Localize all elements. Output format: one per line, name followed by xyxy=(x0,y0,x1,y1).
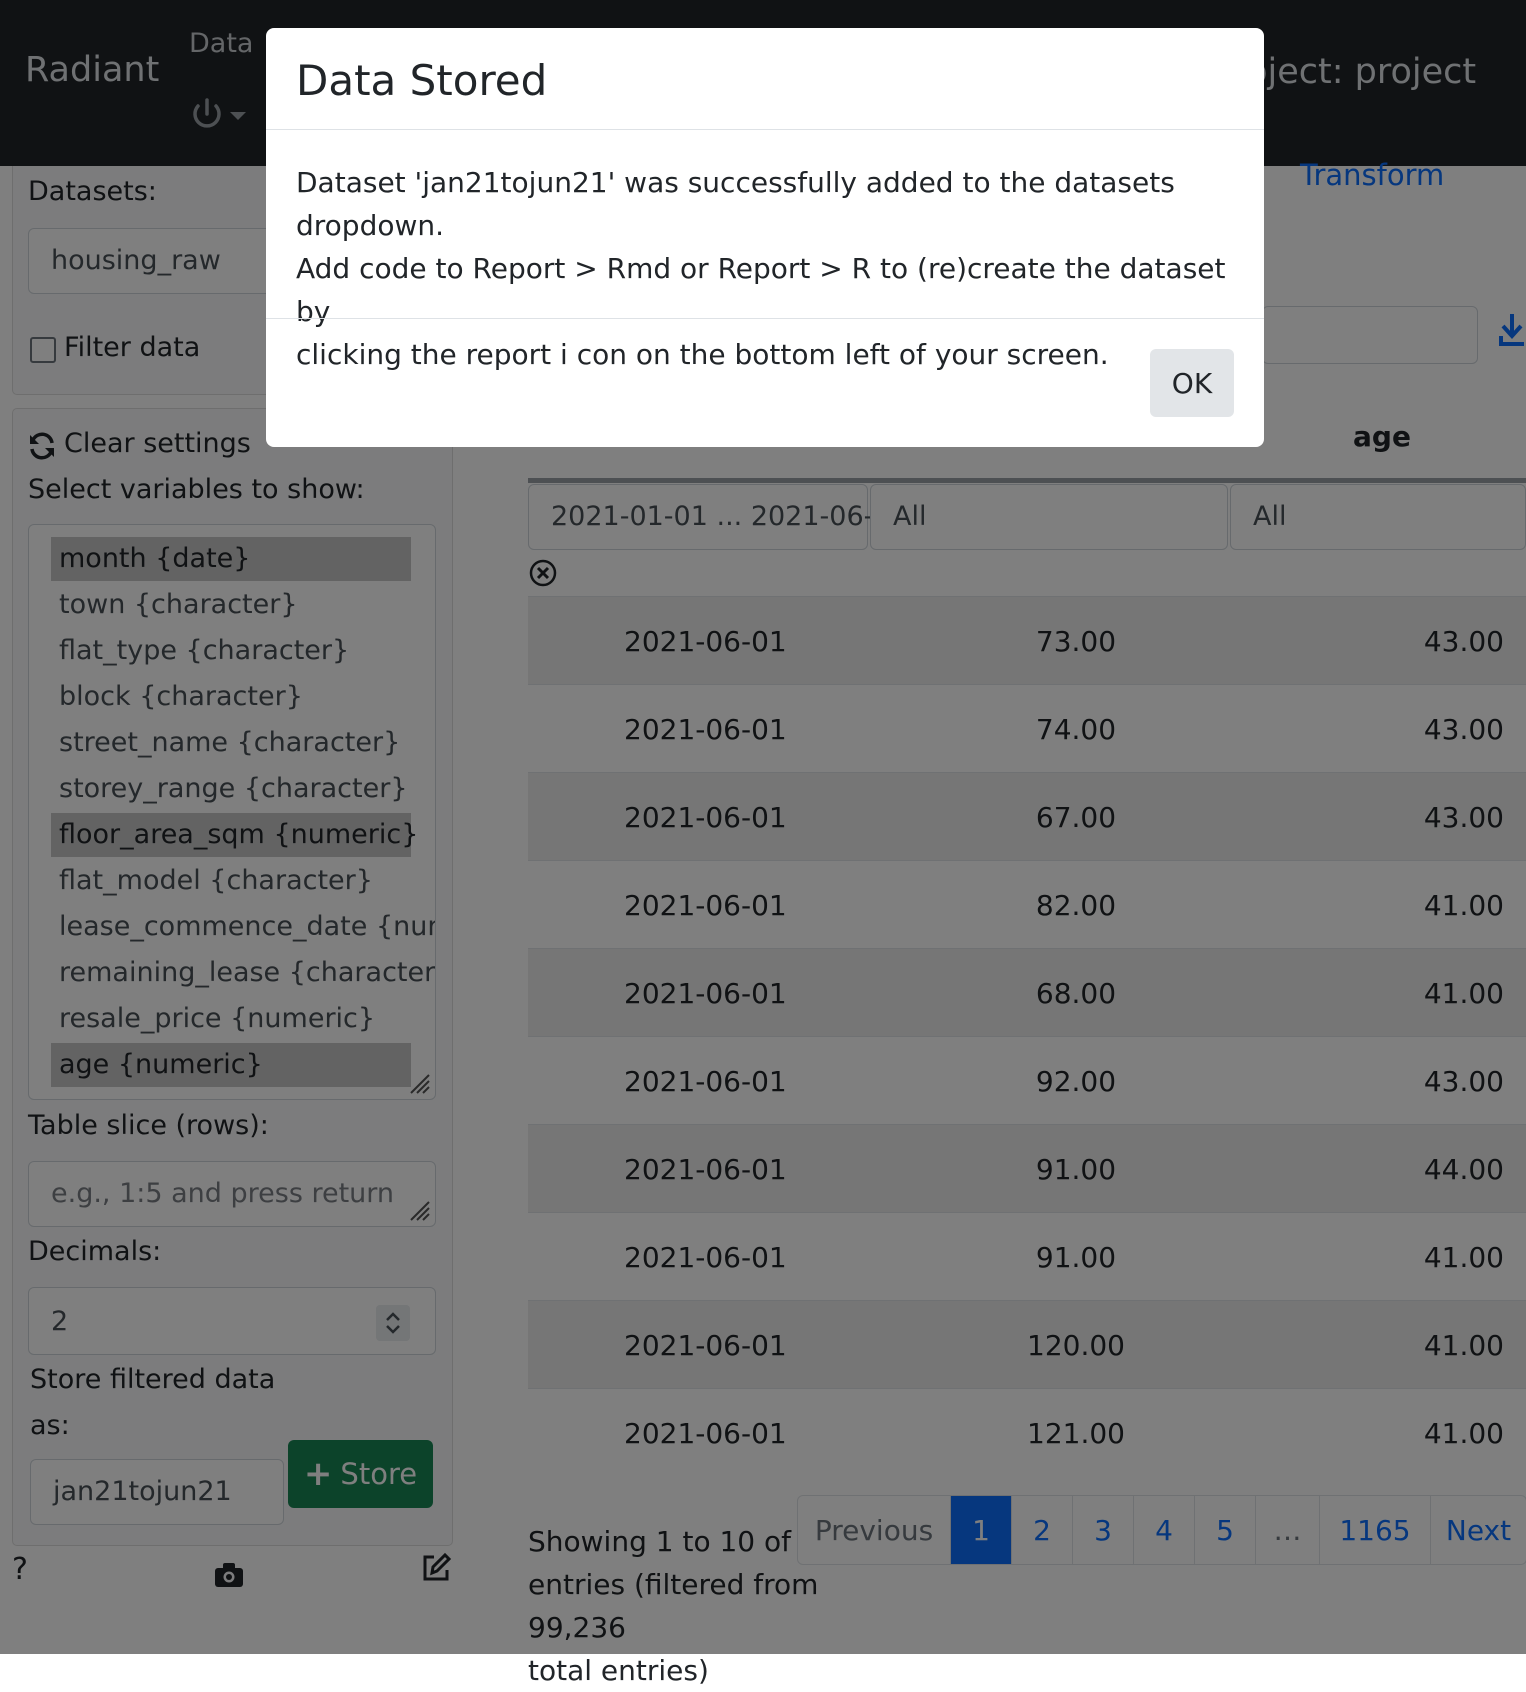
ok-button[interactable]: OK xyxy=(1150,349,1234,417)
modal-title: Data Stored xyxy=(296,56,548,105)
modal-body: Dataset 'jan21tojun21' was successfully … xyxy=(296,161,1246,376)
data-stored-modal: Data Stored Dataset 'jan21tojun21' was s… xyxy=(266,28,1264,447)
modal-divider xyxy=(266,318,1264,319)
modal-divider xyxy=(266,129,1264,130)
modal-body-line: Dataset 'jan21tojun21' was successfully … xyxy=(296,166,1175,242)
modal-body-line: clicking the report i con on the bottom … xyxy=(296,338,1109,371)
modal-body-line: Add code to Report > Rmd or Report > R t… xyxy=(296,252,1226,328)
table-info-line: total entries) xyxy=(528,1654,709,1687)
